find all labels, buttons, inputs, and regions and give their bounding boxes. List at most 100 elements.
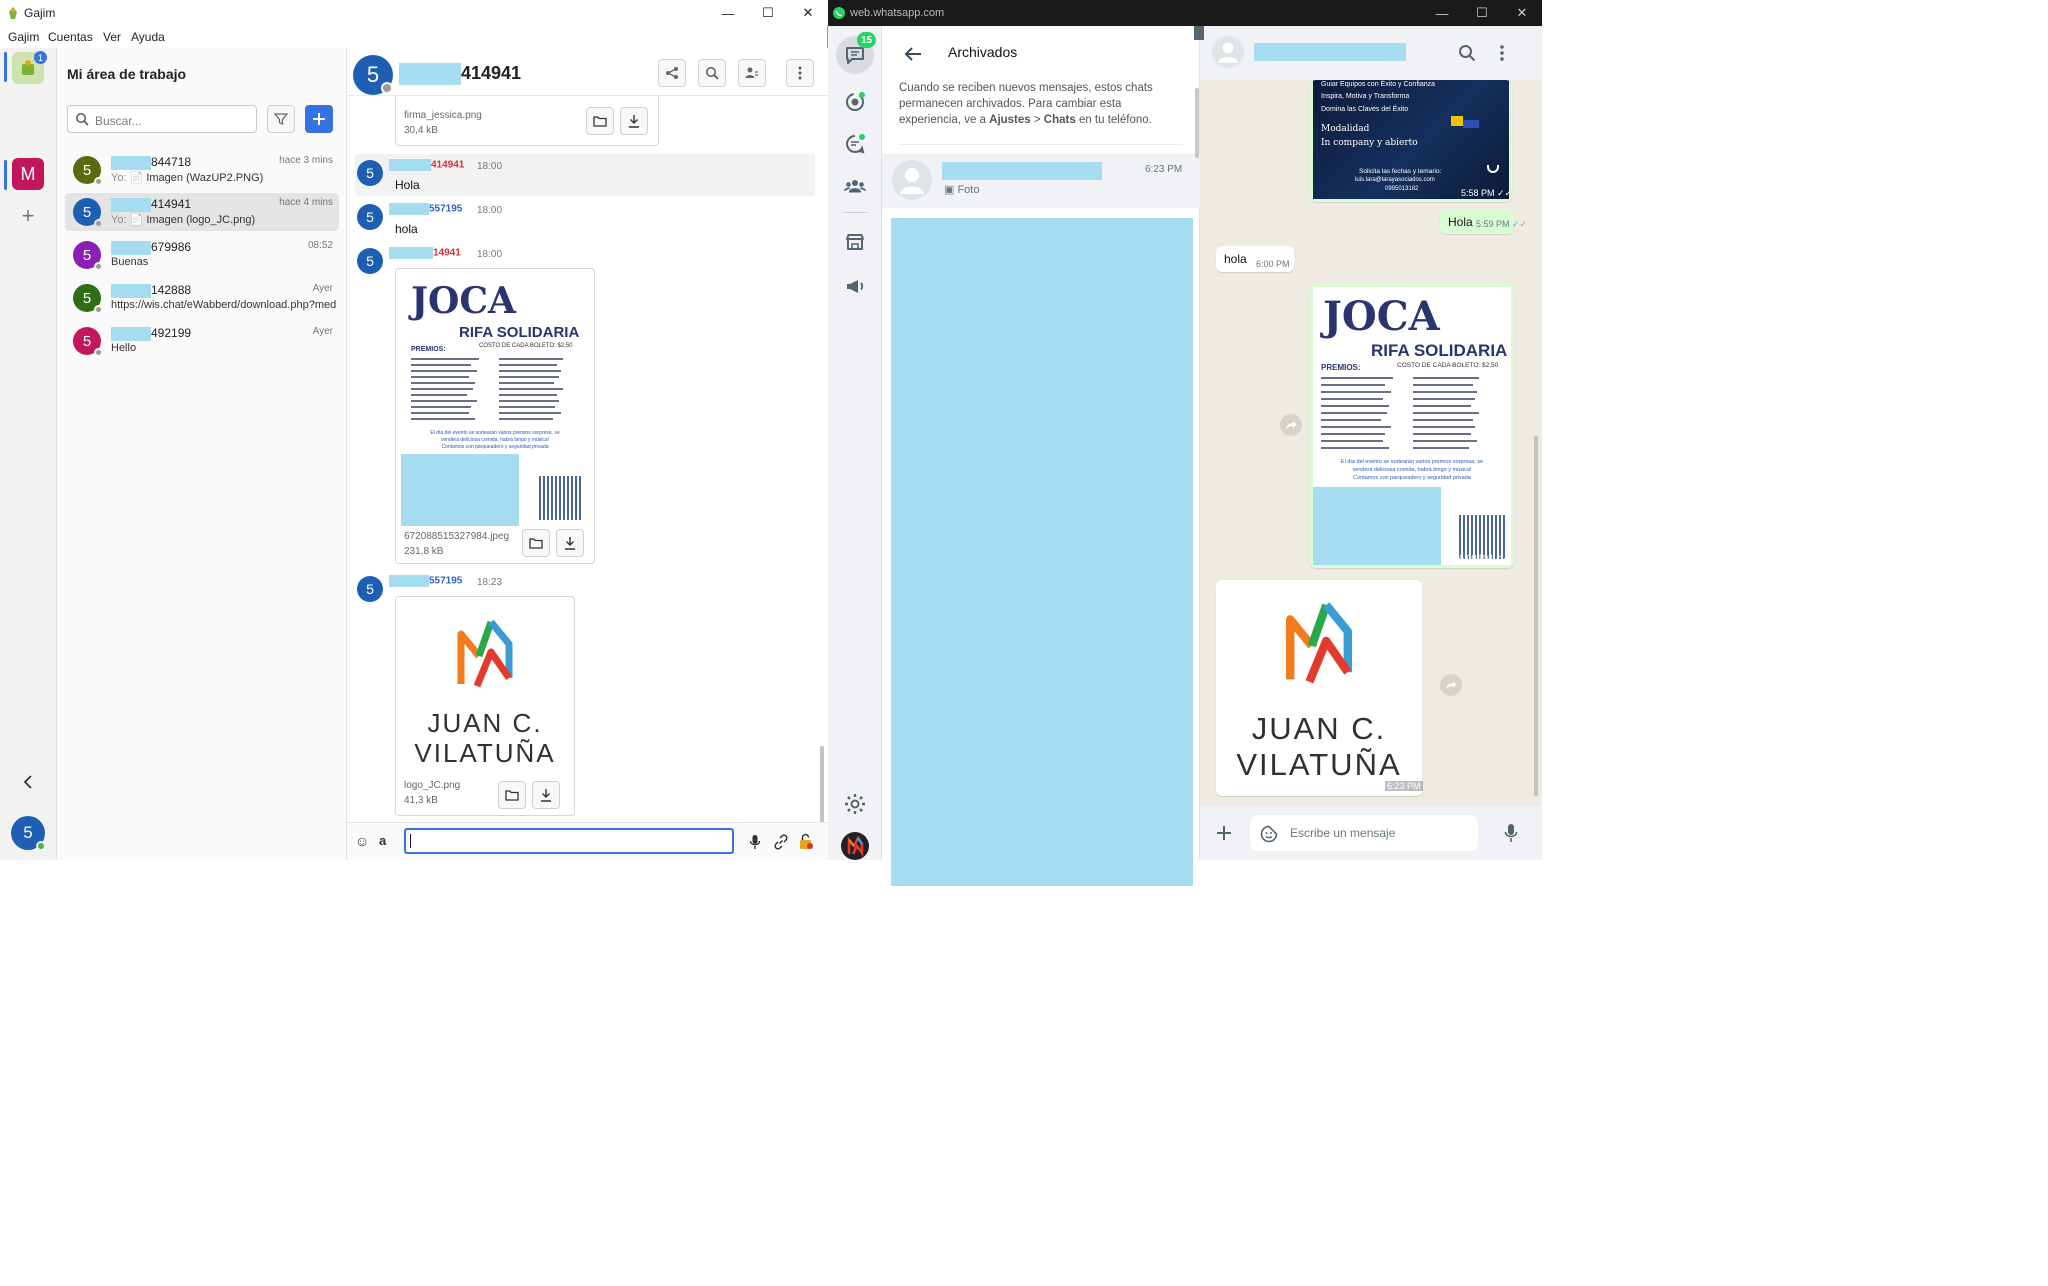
message-text: Hola [1448,215,1473,229]
chat-list-item[interactable]: 5 844718 hace 3 mins Yo: 📄 Imagen (WazUP… [65,151,339,189]
back-arrow-icon[interactable] [904,46,922,62]
whatsapp-nav-rail: 15 [828,26,882,860]
message-sender: 557195 [389,203,462,215]
qr-code [539,476,583,520]
outgoing-image-message[interactable]: JOCA RIFA SOLIDARIA COSTO DE CADA BOLETO… [1310,284,1514,568]
emoji-icon[interactable]: ☺ [355,833,369,849]
broadcast-megaphone-icon[interactable] [843,274,867,298]
rail-divider [843,212,867,213]
message-input[interactable] [404,828,734,854]
close-icon[interactable]: ✕ [1502,0,1542,26]
chat-preview: Hello [111,342,137,354]
message-scrollbar[interactable] [820,746,824,822]
share-button[interactable] [658,59,686,87]
download-button[interactable] [556,529,584,557]
redacted-contact-name [942,162,1102,180]
chat-list-item[interactable]: 5 492199 Ayer Hello [65,322,339,360]
training-ad-image: Guiar Equipos con Éxito y Confianza Insp… [1313,80,1512,199]
outgoing-text-message[interactable]: Hola 5:59 PM ✓✓ [1440,210,1527,234]
raffle-poster-image[interactable]: JOCA RIFA SOLIDARIA COSTO DE CADA BOLETO… [399,272,591,526]
search-icon [76,113,89,126]
business-tools-icon[interactable] [843,230,867,254]
attach-link-icon[interactable] [773,834,789,850]
menu-ayuda[interactable]: Ayuda [131,30,165,44]
maximize-icon[interactable]: ☐ [1462,0,1502,26]
logo-image: JUAN C. VILATUÑA 6:23 PM [1219,583,1423,793]
chat-list-item-selected[interactable]: 5 414941 hace 4 mins Yo: 📄 Imagen (logo_… [65,193,339,231]
download-button[interactable] [620,107,648,135]
message-time: 18:23 [477,577,503,588]
forward-button[interactable] [1440,674,1462,696]
minimize-icon[interactable]: — [708,0,748,26]
poster-title: RIFA SOLIDARIA [1371,341,1508,360]
new-chat-button[interactable] [305,105,333,133]
message-time: 18:00 [477,161,503,172]
forward-button[interactable] [1280,414,1302,436]
redacted-contact-name [1254,43,1406,61]
search-icon [706,67,719,80]
incoming-text-message[interactable]: hola 6:00 PM [1216,246,1294,272]
archived-chat-item[interactable]: 6:23 PM ▣ Foto [882,154,1200,208]
menu-gajim[interactable]: Gajim [8,30,39,44]
chat-time: 08:52 [307,240,333,251]
more-options-button[interactable] [786,59,814,87]
raffle-poster-image: JOCA RIFA SOLIDARIA COSTO DE CADA BOLETO… [1313,287,1511,565]
minimize-icon[interactable]: — [1422,0,1462,26]
sticker-emoji-icon[interactable] [1260,825,1278,843]
outgoing-image-message[interactable]: Guiar Equipos con Éxito y Confianza Insp… [1310,80,1512,202]
open-folder-button[interactable] [586,107,614,135]
contact-info-icon [745,67,758,78]
collapse-sidebar-icon[interactable] [16,770,40,794]
open-folder-button[interactable] [522,529,550,557]
settings-gear-icon[interactable] [843,792,867,816]
message-time: 5:58 PM ✓✓ [1461,188,1512,198]
channels-icon[interactable] [843,132,867,156]
maximize-icon[interactable]: ☐ [748,0,788,26]
logo-image[interactable]: JUAN C. VILATUÑA [399,600,571,776]
download-icon [629,115,639,128]
search-input[interactable]: Buscar... [67,105,257,133]
open-folder-button[interactable] [498,781,526,809]
message-input[interactable]: Escribe un mensaje [1250,815,1478,851]
format-text-icon[interactable]: a [379,833,386,848]
workspace-m-button[interactable]: M [12,158,44,190]
chat-list-item[interactable]: 5 679986 08:52 Buenas [65,236,339,274]
gajim-window-title: Gajim [24,6,56,20]
conversation-panel: Guiar Equipos con Éxito y Confianza Insp… [1194,26,1542,860]
filter-icon [274,113,288,125]
contact-info-button[interactable] [738,59,766,87]
message-input-placeholder: Escribe un mensaje [1290,826,1396,840]
add-workspace-button[interactable]: + [12,200,44,232]
archived-scrollbar[interactable] [1195,88,1199,158]
archived-panel: Archivados Cuando se reciben nuevos mens… [882,26,1200,886]
ad-emblem-icon [1487,165,1499,173]
contact-avatar[interactable] [1212,36,1244,68]
attach-plus-icon[interactable] [1216,825,1232,841]
message-text: hola [1224,252,1247,266]
poster-footer-1: El día del evento se sortearán varios pr… [1340,459,1484,465]
chat-list-item[interactable]: 5 142888 Ayer https://wis.chat/eWabberd/… [65,279,339,317]
incoming-image-message[interactable]: JUAN C. VILATUÑA 6:23 PM [1216,580,1423,796]
status-icon[interactable] [843,90,867,114]
communities-icon[interactable] [843,174,867,198]
menu-cuentas[interactable]: Cuentas [48,30,93,44]
conversation-scrollbar[interactable] [1534,436,1538,796]
encryption-lock-icon[interactable] [799,833,813,850]
chat-name: 844718 [111,155,191,170]
search-chat-button[interactable] [698,59,726,87]
filter-button[interactable] [267,105,295,133]
search-placeholder: Buscar... [95,114,142,128]
menu-ver[interactable]: Ver [103,30,121,44]
microphone-icon[interactable] [1504,823,1518,843]
profile-avatar[interactable] [841,832,869,860]
share-icon [666,67,678,79]
close-icon[interactable]: ✕ [788,0,828,26]
download-button[interactable] [532,781,560,809]
search-icon[interactable] [1458,44,1476,62]
microphone-icon[interactable] [749,834,761,850]
poster-footer-2: venderá deliciosa comida, habrá bingo y … [440,437,550,443]
menu-grip-icon[interactable] [1194,26,1204,40]
ad-mode-label: Modalidad [1321,124,1370,134]
folder-icon [593,116,607,127]
kebab-menu-icon[interactable] [1500,45,1504,61]
